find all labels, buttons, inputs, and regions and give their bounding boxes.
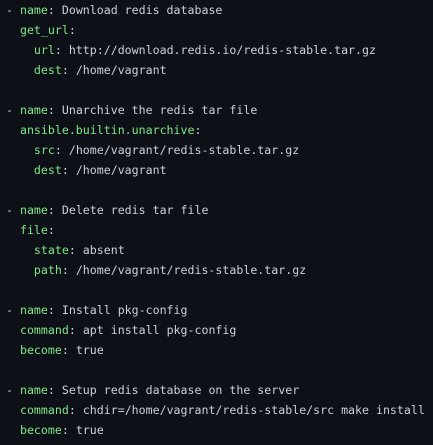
- yaml-colon: :: [61, 263, 76, 277]
- code-line-prefix: [6, 243, 34, 257]
- code-line: command: apt install pkg-config: [6, 320, 433, 340]
- yaml-value: absent: [82, 243, 125, 257]
- yaml-value: true: [75, 423, 104, 437]
- code-line-prefix: [6, 163, 34, 177]
- yaml-key: name: [19, 3, 48, 17]
- yaml-colon: :: [61, 423, 76, 437]
- code-line-prefix: -: [6, 303, 20, 317]
- code-line: - name: Download redis database: [6, 0, 433, 20]
- yaml-colon: :: [47, 203, 62, 217]
- yaml-colon: :: [68, 323, 83, 337]
- code-line-prefix: [6, 323, 20, 337]
- yaml-value: Setup redis database on the server: [61, 383, 300, 397]
- yaml-value: /home/vagrant/redis-stable.tar.gz: [75, 263, 307, 277]
- code-line-prefix: -: [6, 383, 20, 397]
- code-line: - name: Setup redis database on the serv…: [6, 380, 433, 400]
- yaml-value: /home/vagrant: [75, 63, 167, 77]
- yaml-colon: :: [47, 303, 62, 317]
- yaml-colon: :: [61, 163, 76, 177]
- yaml-colon: :: [194, 123, 202, 137]
- yaml-key: dest: [33, 63, 62, 77]
- yaml-key: src: [33, 143, 55, 157]
- yaml-value: /home/vagrant/redis-stable.tar.gz: [68, 143, 300, 157]
- yaml-key: name: [19, 203, 48, 217]
- code-block: - name: Download redis database get_url:…: [0, 0, 433, 445]
- code-line: file:: [6, 220, 433, 240]
- code-line-prefix: -: [6, 3, 20, 17]
- yaml-value: apt install pkg-config: [82, 323, 237, 337]
- yaml-colon: :: [61, 63, 76, 77]
- code-line: path: /home/vagrant/redis-stable.tar.gz: [6, 260, 433, 280]
- yaml-colon: :: [47, 383, 62, 397]
- code-line-prefix: [6, 403, 20, 417]
- code-line: dest: /home/vagrant: [6, 160, 433, 180]
- yaml-key: get_url: [19, 23, 69, 37]
- yaml-key: become: [19, 423, 62, 437]
- yaml-key: become: [19, 343, 62, 357]
- code-line: become: true: [6, 420, 433, 440]
- code-line: get_url:: [6, 20, 433, 40]
- yaml-colon: :: [61, 343, 76, 357]
- yaml-colon: :: [54, 43, 69, 57]
- yaml-key: url: [33, 43, 55, 57]
- code-line-prefix: [6, 63, 34, 77]
- yaml-key: command: [19, 403, 69, 417]
- code-line-prefix: [6, 143, 34, 157]
- code-line: src: /home/vagrant/redis-stable.tar.gz: [6, 140, 433, 160]
- code-line: - name: Delete redis tar file: [6, 200, 433, 220]
- yaml-colon: :: [68, 243, 83, 257]
- code-line: ansible.builtin.unarchive:: [6, 120, 433, 140]
- yaml-colon: :: [47, 103, 62, 117]
- code-line-prefix: -: [6, 103, 20, 117]
- yaml-colon: :: [54, 143, 69, 157]
- code-line-prefix: [6, 263, 34, 277]
- yaml-value: Delete redis tar file: [61, 203, 209, 217]
- yaml-key: command: [19, 323, 69, 337]
- code-line: become: true: [6, 340, 433, 360]
- code-line: - name: Install pkg-config: [6, 300, 433, 320]
- yaml-colon: :: [47, 223, 55, 237]
- code-line-prefix: [6, 123, 20, 137]
- code-line: - name: Unarchive the redis tar file: [6, 100, 433, 120]
- code-line-prefix: [6, 223, 20, 237]
- code-line: dest: /home/vagrant: [6, 60, 433, 80]
- code-line: state: absent: [6, 240, 433, 260]
- yaml-key: name: [19, 303, 48, 317]
- yaml-colon: :: [68, 403, 83, 417]
- yaml-value: chdir=/home/vagrant/redis-stable/src mak…: [82, 403, 425, 417]
- yaml-colon: :: [68, 23, 76, 37]
- code-line-prefix: [6, 423, 20, 437]
- yaml-key: dest: [33, 163, 62, 177]
- yaml-key: name: [19, 103, 48, 117]
- yaml-key: ansible.builtin.unarchive: [19, 123, 195, 137]
- yaml-key: file: [19, 223, 48, 237]
- yaml-key: name: [19, 383, 48, 397]
- yaml-value: Download redis database: [61, 3, 223, 17]
- yaml-code: - name: Download redis database get_url:…: [0, 0, 433, 440]
- yaml-colon: :: [47, 3, 62, 17]
- code-line-prefix: [6, 43, 34, 57]
- code-line: url: http://download.redis.io/redis-stab…: [6, 40, 433, 60]
- code-line-prefix: [6, 343, 20, 357]
- yaml-key: state: [33, 243, 69, 257]
- yaml-value: /home/vagrant: [75, 163, 167, 177]
- yaml-value: Install pkg-config: [61, 303, 188, 317]
- yaml-value: Unarchive the redis tar file: [61, 103, 258, 117]
- yaml-key: path: [33, 263, 62, 277]
- yaml-value: http://download.redis.io/redis-stable.ta…: [68, 43, 376, 57]
- yaml-value: true: [75, 343, 104, 357]
- code-line-prefix: -: [6, 203, 20, 217]
- code-line: command: chdir=/home/vagrant/redis-stabl…: [6, 400, 433, 420]
- code-line-prefix: [6, 23, 20, 37]
